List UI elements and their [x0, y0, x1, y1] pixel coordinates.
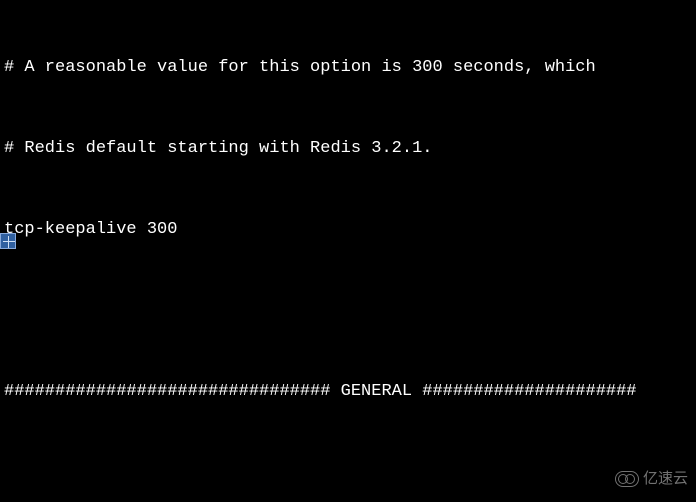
config-line [0, 459, 696, 486]
config-line: ################################ GENERAL… [0, 378, 696, 405]
gutter-mark-icon [0, 233, 16, 249]
terminal-viewport[interactable]: # A reasonable value for this option is … [0, 0, 696, 502]
watermark: 亿速云 [615, 465, 688, 492]
watermark-text: 亿速云 [643, 465, 688, 492]
config-line [0, 297, 696, 324]
config-line: # Redis default starting with Redis 3.2.… [0, 135, 696, 162]
watermark-icon [615, 471, 639, 487]
config-line: # A reasonable value for this option is … [0, 54, 696, 81]
config-line: tcp-keepalive 300 [0, 216, 696, 243]
